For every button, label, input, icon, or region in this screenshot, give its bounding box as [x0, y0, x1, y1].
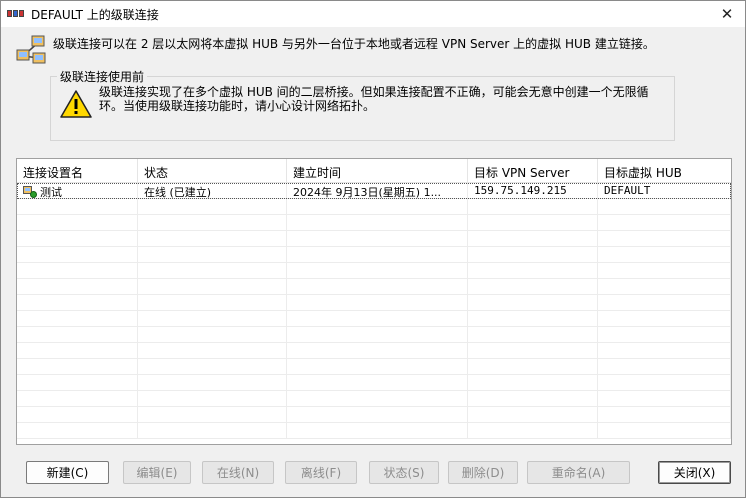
row-status: 在线 (已建立): [138, 183, 287, 199]
intro-description: 级联连接可以在 2 层以太网将本虚拟 HUB 与另外一台位于本地或者远程 VPN…: [53, 37, 655, 51]
empty-row: [17, 391, 731, 407]
table-row[interactable]: 测试 在线 (已建立) 2024年 9月13日(星期五) 1... 159.75…: [17, 183, 731, 199]
empty-row: [17, 263, 731, 279]
online-button[interactable]: 在线(N): [202, 461, 274, 484]
status-button[interactable]: 状态(S): [369, 461, 439, 484]
row-target-hub: DEFAULT: [598, 183, 731, 199]
empty-row: [17, 423, 731, 439]
warning-icon: [60, 90, 92, 118]
window-title: DEFAULT 上的级联连接: [31, 7, 159, 22]
empty-row: [17, 295, 731, 311]
empty-row: [17, 279, 731, 295]
empty-row: [17, 199, 731, 215]
delete-button[interactable]: 删除(D): [448, 461, 518, 484]
row-target-server: 159.75.149.215: [468, 183, 598, 199]
notice-groupbox: 级联连接使用前 级联连接实现了在多个虚拟 HUB 间的二层桥接。但如果连接配置不…: [50, 68, 675, 141]
cascade-network-icon: [16, 35, 46, 64]
empty-row: [17, 359, 731, 375]
list-header: 连接设置名 状态 建立时间 目标 VPN Server 目标虚拟 HUB: [17, 159, 731, 183]
row-established: 2024年 9月13日(星期五) 1...: [287, 183, 468, 199]
empty-row: [17, 215, 731, 231]
column-header-name[interactable]: 连接设置名: [17, 159, 138, 182]
title-bar: DEFAULT 上的级联连接 ✕: [1, 1, 745, 27]
app-icon: [7, 9, 25, 19]
online-connection-icon: [23, 186, 37, 198]
empty-row: [17, 327, 731, 343]
empty-row: [17, 375, 731, 391]
rename-button[interactable]: 重命名(A): [527, 461, 630, 484]
edit-button[interactable]: 编辑(E): [123, 461, 191, 484]
column-header-target-server[interactable]: 目标 VPN Server: [468, 159, 598, 182]
empty-row: [17, 247, 731, 263]
notice-legend: 级联连接使用前: [57, 68, 148, 85]
row-name: 测试: [40, 186, 62, 199]
cascade-connections-dialog: DEFAULT 上的级联连接 ✕ 级联连接可以在 2 层以太网将本虚拟 HUB …: [0, 0, 746, 498]
empty-row: [17, 343, 731, 359]
empty-row: [17, 311, 731, 327]
close-window-button[interactable]: ✕: [717, 4, 737, 24]
close-button[interactable]: 关闭(X): [658, 461, 731, 484]
notice-text: 级联连接实现了在多个虚拟 HUB 间的二层桥接。但如果连接配置不正确，可能会无意…: [99, 85, 649, 113]
cascade-connection-list[interactable]: 连接设置名 状态 建立时间 目标 VPN Server 目标虚拟 HUB 测试 …: [16, 158, 732, 445]
empty-row: [17, 407, 731, 423]
new-button[interactable]: 新建(C): [26, 461, 109, 484]
column-header-target-hub[interactable]: 目标虚拟 HUB: [598, 159, 731, 182]
empty-row: [17, 231, 731, 247]
column-header-status[interactable]: 状态: [138, 159, 287, 182]
row-name-cell: 测试: [17, 183, 138, 199]
column-header-established[interactable]: 建立时间: [287, 159, 468, 182]
offline-button[interactable]: 离线(F): [285, 461, 357, 484]
